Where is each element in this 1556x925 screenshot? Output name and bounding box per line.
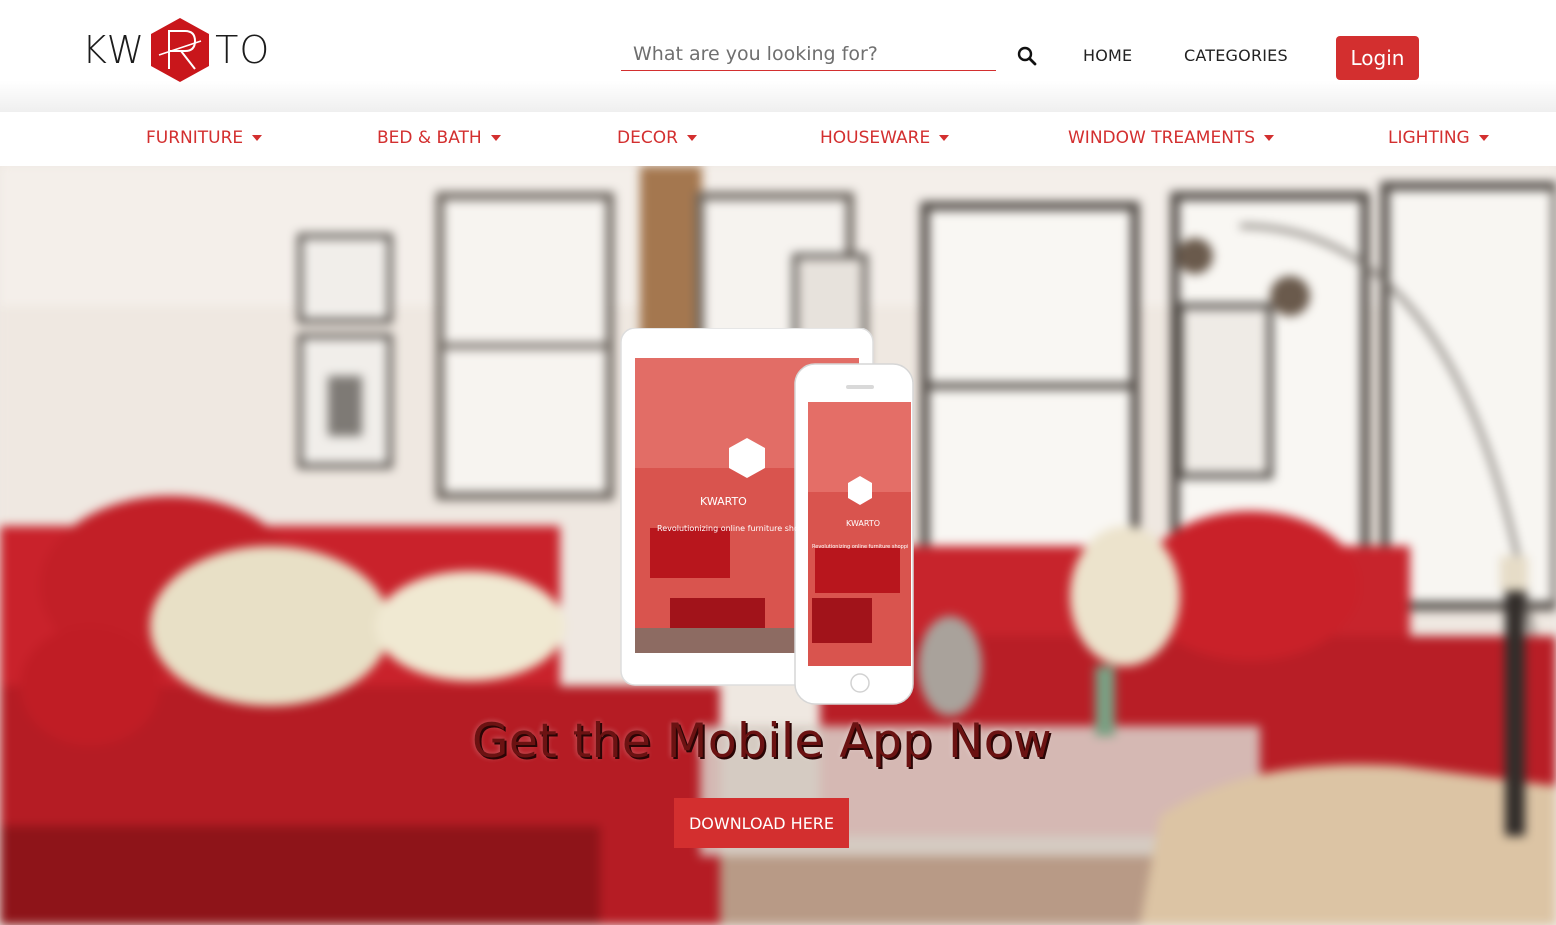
site-header: KW TO HOME CATEGORIES Login bbox=[0, 0, 1556, 112]
mobile-app-devices-image bbox=[620, 328, 914, 705]
hero-banner: KWARTO Revolutionizing online furniture … bbox=[0, 166, 1556, 925]
category-decor[interactable]: DECOR bbox=[617, 128, 697, 148]
category-window-treatments[interactable]: WINDOW TREAMENTS bbox=[1068, 128, 1275, 148]
login-button[interactable]: Login bbox=[1336, 36, 1419, 80]
caret-down-icon bbox=[686, 135, 697, 141]
category-label: HOUSEWARE bbox=[820, 128, 931, 148]
tablet-screen-brand: KWARTO bbox=[700, 495, 747, 508]
search-input[interactable] bbox=[621, 38, 996, 70]
brand-logo[interactable]: KW TO bbox=[82, 16, 270, 84]
caret-down-icon bbox=[252, 135, 263, 141]
search-bar bbox=[621, 38, 996, 71]
category-houseware[interactable]: HOUSEWARE bbox=[820, 128, 950, 148]
nav-categories-link[interactable]: CATEGORIES bbox=[1184, 46, 1288, 65]
category-label: FURNITURE bbox=[146, 128, 244, 148]
logo-text-left: KW bbox=[82, 28, 146, 72]
caret-down-icon bbox=[1264, 135, 1275, 141]
phone-screen-brand: KWARTO bbox=[846, 519, 881, 528]
category-bed-bath[interactable]: BED & BATH bbox=[377, 128, 501, 148]
tablet-screen-tagline: Revolutionizing online furniture shoppin… bbox=[657, 524, 799, 533]
download-app-button[interactable]: DOWNLOAD HERE bbox=[674, 798, 849, 848]
category-label: BED & BATH bbox=[377, 128, 482, 148]
caret-down-icon bbox=[1478, 135, 1489, 141]
category-nav: FURNITURE BED & BATH DECOR HOUSEWARE WIN… bbox=[0, 112, 1556, 166]
caret-down-icon bbox=[490, 135, 501, 141]
hero-title: Get the Mobile App Now bbox=[471, 714, 1052, 769]
caret-down-icon bbox=[939, 135, 950, 141]
logo-text-right: TO bbox=[215, 28, 271, 72]
category-label: WINDOW TREAMENTS bbox=[1068, 128, 1256, 148]
logo-hexagon-icon bbox=[151, 18, 210, 82]
nav-home-link[interactable]: HOME bbox=[1083, 46, 1132, 65]
category-label: LIGHTING bbox=[1388, 128, 1470, 148]
search-icon[interactable] bbox=[1016, 45, 1038, 67]
category-lighting[interactable]: LIGHTING bbox=[1388, 128, 1489, 148]
category-label: DECOR bbox=[617, 128, 678, 148]
category-furniture[interactable]: FURNITURE bbox=[146, 128, 263, 148]
phone-screen-tagline: Revolutionizing online furniture shoppin… bbox=[812, 544, 908, 550]
